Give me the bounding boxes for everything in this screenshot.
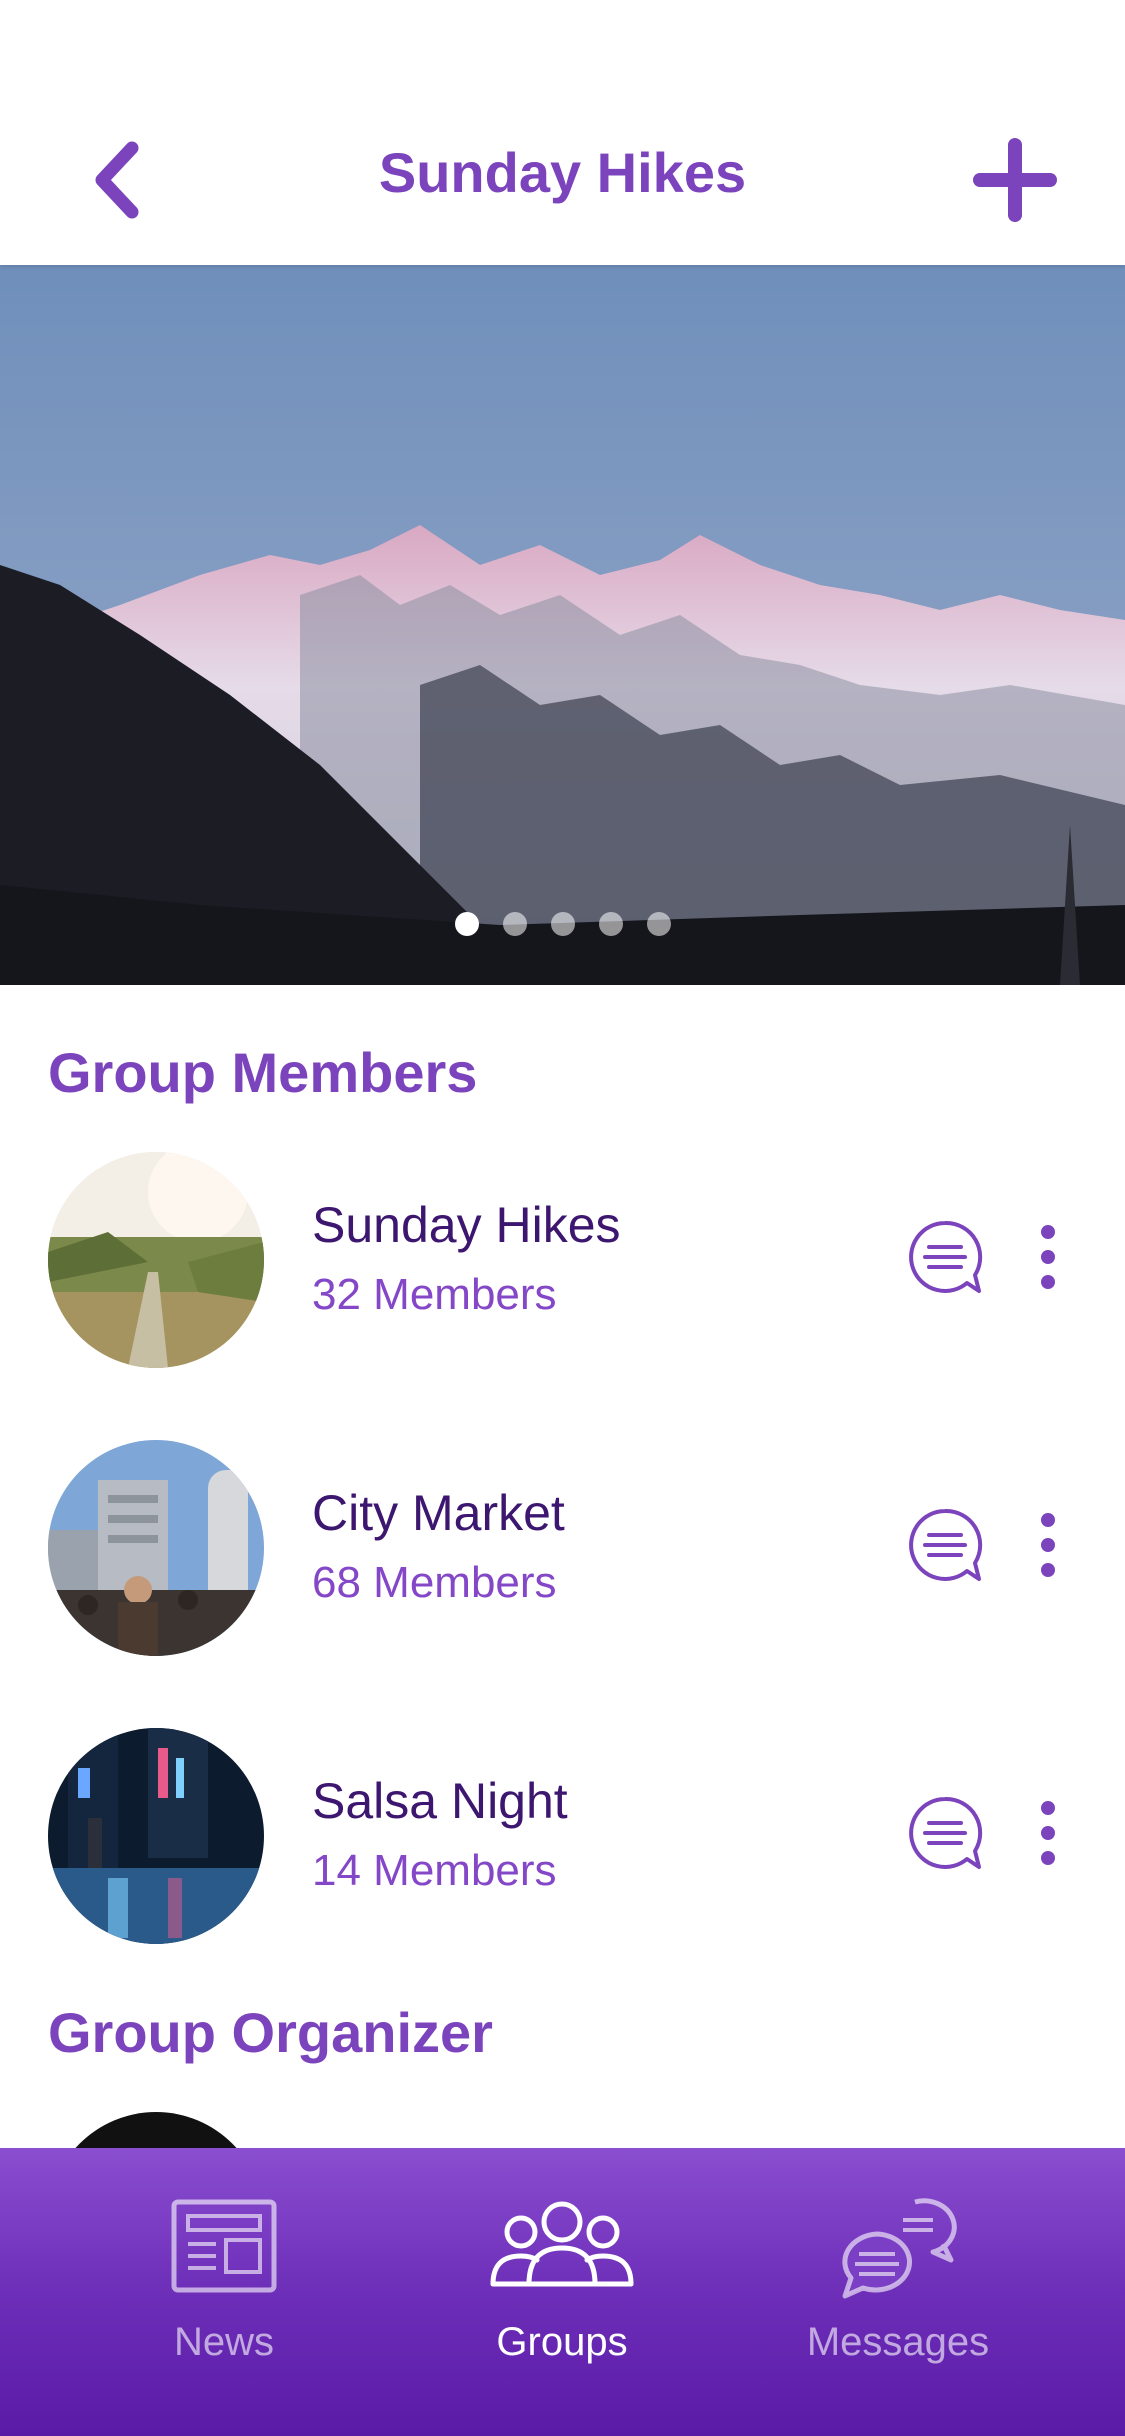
member-name: Salsa Night	[312, 1773, 568, 1829]
group-members-heading: Group Members	[48, 1041, 478, 1104]
member-row[interactable]: Salsa Night 14 Members	[0, 1728, 1125, 1944]
member-name: Sunday Hikes	[312, 1197, 621, 1253]
tab-news[interactable]: News	[74, 2148, 374, 2368]
chat-icon	[909, 1220, 983, 1293]
chat-icon	[909, 1796, 983, 1869]
chat-icon	[909, 1508, 983, 1581]
more-vertical-icon	[1041, 1225, 1055, 1289]
carousel-dot[interactable]	[598, 912, 623, 936]
avatar	[48, 1152, 264, 1368]
member-count: 68 Members	[312, 1558, 557, 1607]
more-vertical-icon	[1041, 1513, 1055, 1577]
tab-bar: News Groups Messages	[0, 2148, 1125, 2436]
carousel-dot[interactable]	[502, 912, 527, 936]
member-row[interactable]: Sunday Hikes 32 Members	[0, 1152, 1125, 1368]
more-vertical-icon	[1041, 1801, 1055, 1865]
nav-header: Sunday Hikes	[0, 0, 1125, 265]
chat-button[interactable]	[905, 1217, 985, 1297]
member-row[interactable]: City Market 68 Members	[0, 1440, 1125, 1656]
tab-groups[interactable]: Groups	[412, 2148, 712, 2368]
newspaper-icon	[171, 2199, 277, 2293]
chat-button[interactable]	[905, 1505, 985, 1585]
people-icon	[490, 2201, 634, 2287]
hero-carousel[interactable]	[0, 265, 1125, 985]
carousel-dot[interactable]	[646, 912, 671, 936]
member-count: 14 Members	[312, 1846, 557, 1895]
carousel-pagination	[0, 912, 1125, 936]
avatar	[48, 1728, 264, 1944]
more-options-button[interactable]	[1030, 1212, 1066, 1302]
tab-label: Messages	[806, 2320, 990, 2364]
more-options-button[interactable]	[1030, 1500, 1066, 1590]
chat-button[interactable]	[905, 1793, 985, 1873]
carousel-dot[interactable]	[550, 912, 575, 936]
group-organizer-heading: Group Organizer	[48, 2001, 493, 2064]
tab-messages[interactable]: Messages	[748, 2148, 1048, 2368]
plus-icon	[973, 138, 1057, 222]
add-button[interactable]	[970, 135, 1060, 225]
mountain-image	[0, 265, 1125, 985]
tab-label: Groups	[496, 2320, 628, 2364]
member-name: City Market	[312, 1485, 565, 1541]
member-count: 32 Members	[312, 1270, 557, 1319]
page-title: Sunday Hikes	[378, 141, 747, 204]
tab-label: News	[173, 2320, 275, 2364]
avatar	[48, 1440, 264, 1656]
more-options-button[interactable]	[1030, 1788, 1066, 1878]
carousel-dot[interactable]	[454, 912, 479, 936]
chat-bubbles-icon	[842, 2198, 957, 2299]
